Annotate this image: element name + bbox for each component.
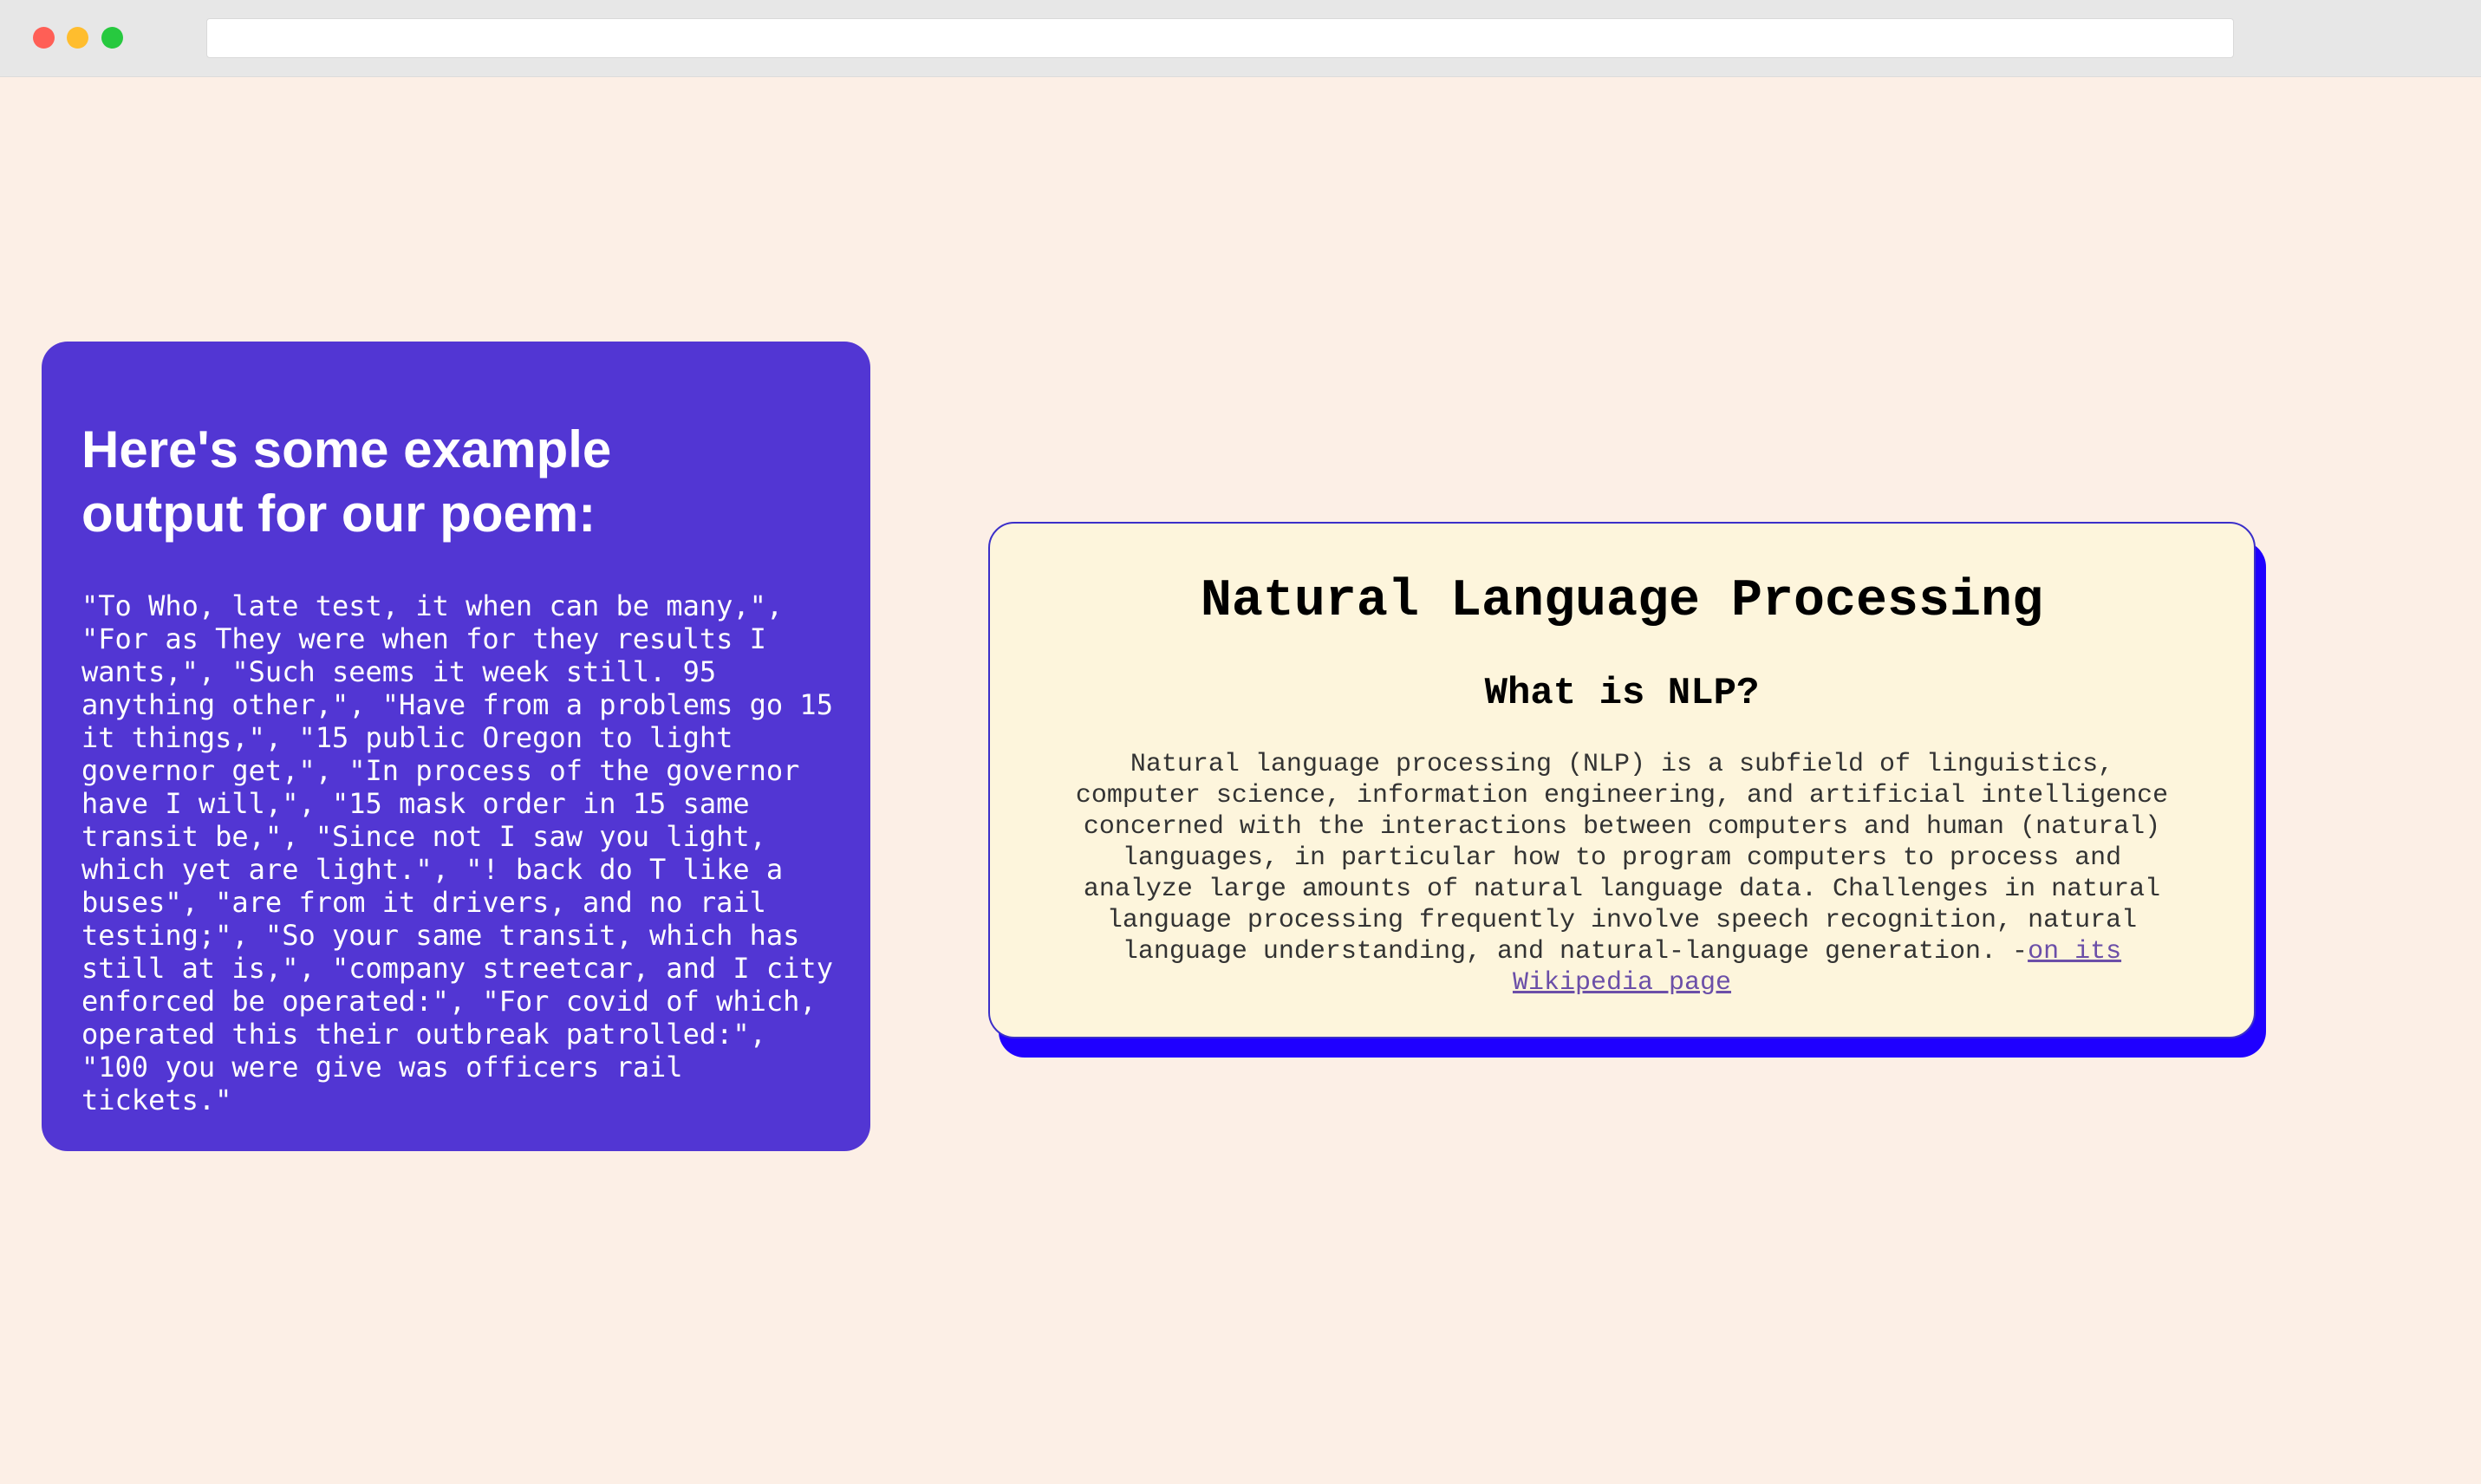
minimize-window-icon[interactable] [67,27,88,49]
poem-output-text: "To Who, late test, it when can be many,… [81,589,833,1116]
poem-card-title: Here's some example output for our poem: [81,420,612,543]
close-window-icon[interactable] [33,27,55,49]
maximize-window-icon[interactable] [101,27,123,49]
browser-toolbar [0,0,2481,77]
nlp-description-text: Natural language processing (NLP) is a s… [1075,750,2169,967]
nlp-card-subtitle: What is NLP? [1484,672,1760,715]
poem-output-card: Here's some example output for our poem:… [42,342,870,1151]
nlp-description: Natural language processing (NLP) is a s… [1068,749,2176,999]
address-bar[interactable] [206,18,2234,58]
nlp-card-title: Natural Language Processing [1200,572,2044,631]
nlp-info-card: Natural Language Processing What is NLP?… [988,522,2256,1038]
